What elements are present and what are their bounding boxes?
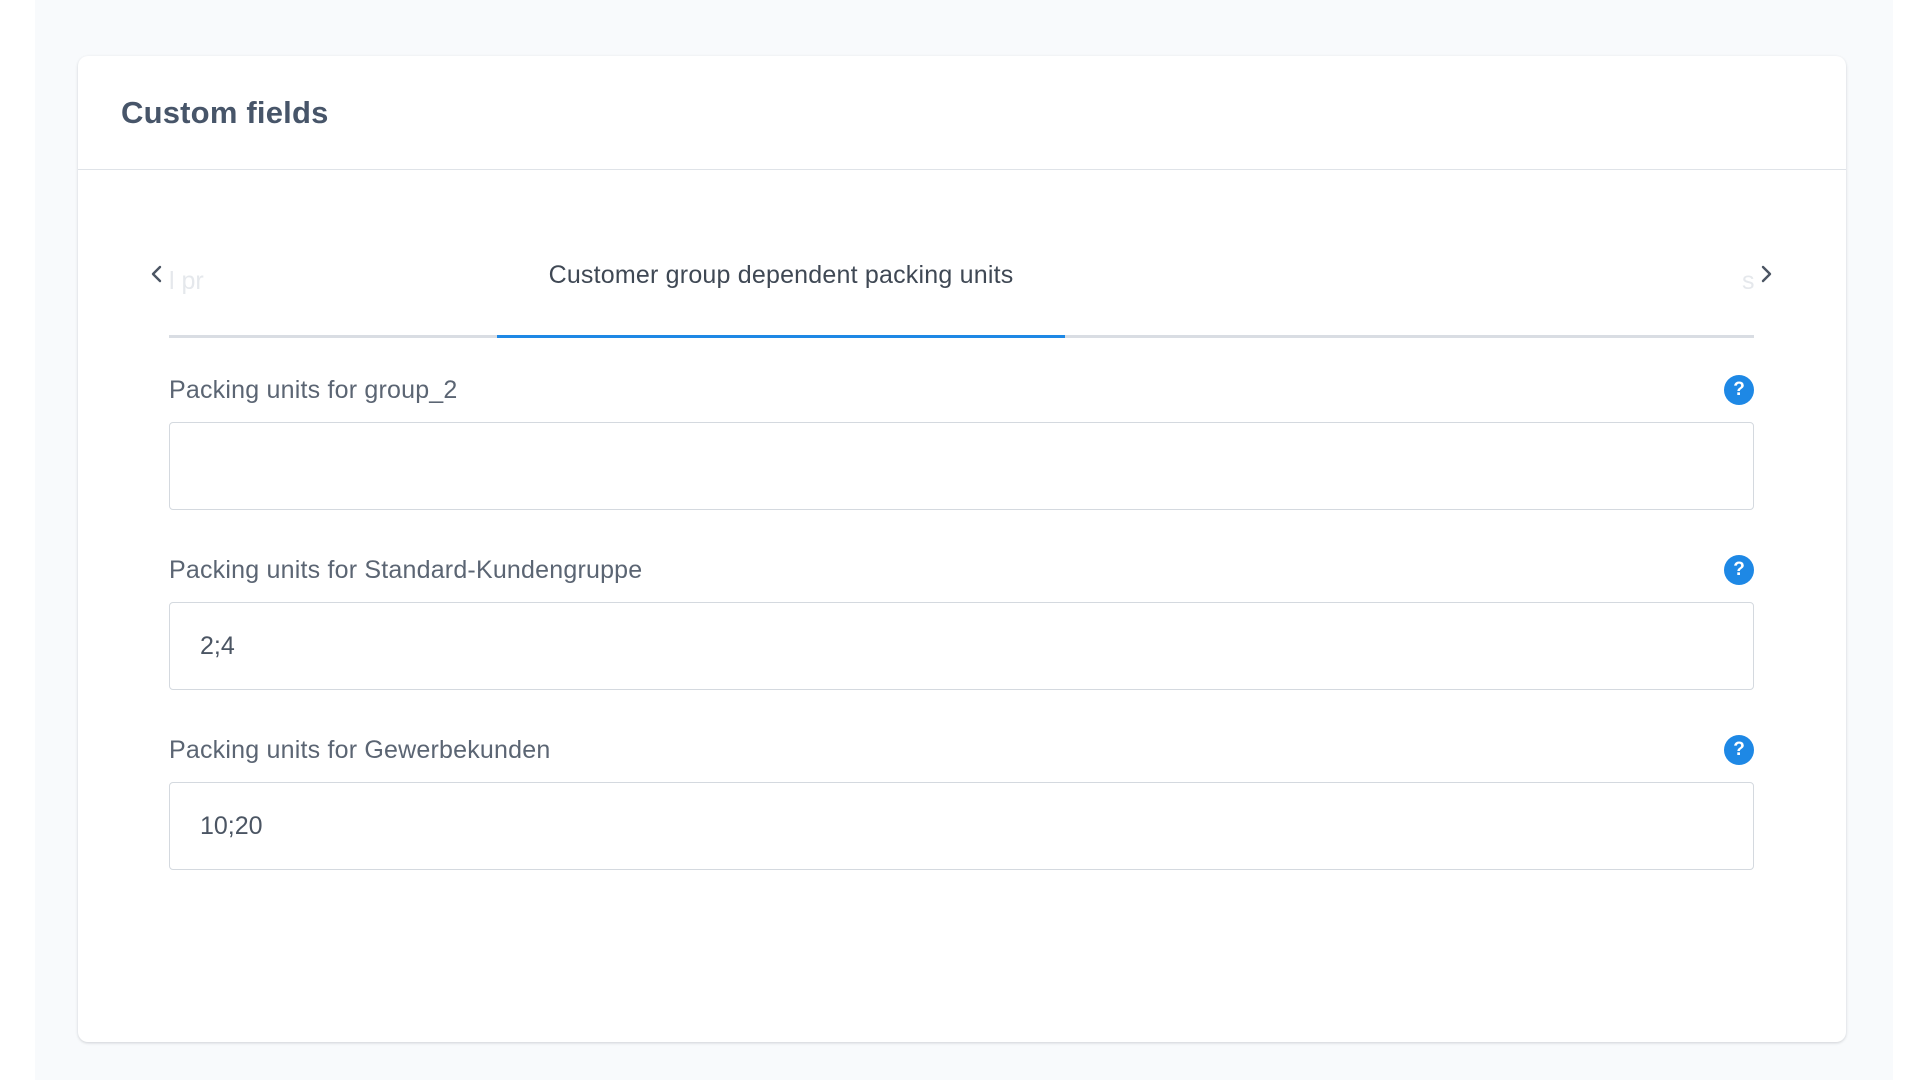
tab-partial-left[interactable]: l pr — [169, 267, 217, 296]
question-circle-icon[interactable]: ? — [1724, 735, 1754, 765]
tab-scroll-left-button[interactable] — [143, 260, 171, 288]
tab-customer-group-packing-units[interactable]: Customer group dependent packing units — [497, 261, 1065, 338]
field-label: Packing units for Standard-Kundengruppe — [169, 555, 643, 584]
tab-scroll-right-button[interactable] — [1752, 260, 1780, 288]
field-packing-units-group-2: Packing units for group_2 ? — [169, 372, 1754, 510]
chevron-left-icon — [151, 265, 162, 283]
tab-bar: l pr Customer group dependent packing un… — [151, 170, 1772, 338]
packing-units-group-2-input[interactable] — [169, 422, 1754, 510]
field-label-row: Packing units for Standard-Kundengruppe … — [169, 552, 1754, 588]
card-title: Custom fields — [121, 94, 329, 130]
question-circle-icon[interactable]: ? — [1724, 555, 1754, 585]
packing-units-standard-kundengruppe-input[interactable] — [169, 602, 1754, 690]
card-body: l pr Customer group dependent packing un… — [78, 170, 1846, 870]
field-label-row: Packing units for group_2 ? — [169, 372, 1754, 408]
custom-fields-card: Custom fields l pr Customer group depend… — [78, 56, 1846, 1042]
card-header: Custom fields — [78, 56, 1846, 170]
field-packing-units-gewerbekunden: Packing units for Gewerbekunden ? — [169, 732, 1754, 870]
tab-label: Customer group dependent packing units — [548, 261, 1014, 289]
field-label: Packing units for Gewerbekunden — [169, 735, 551, 764]
packing-units-gewerbekunden-input[interactable] — [169, 782, 1754, 870]
field-packing-units-standard-kundengruppe: Packing units for Standard-Kundengruppe … — [169, 552, 1754, 690]
question-circle-icon[interactable]: ? — [1724, 375, 1754, 405]
field-label: Packing units for group_2 — [169, 375, 458, 404]
chevron-right-icon — [1761, 265, 1772, 283]
field-label-row: Packing units for Gewerbekunden ? — [169, 732, 1754, 768]
